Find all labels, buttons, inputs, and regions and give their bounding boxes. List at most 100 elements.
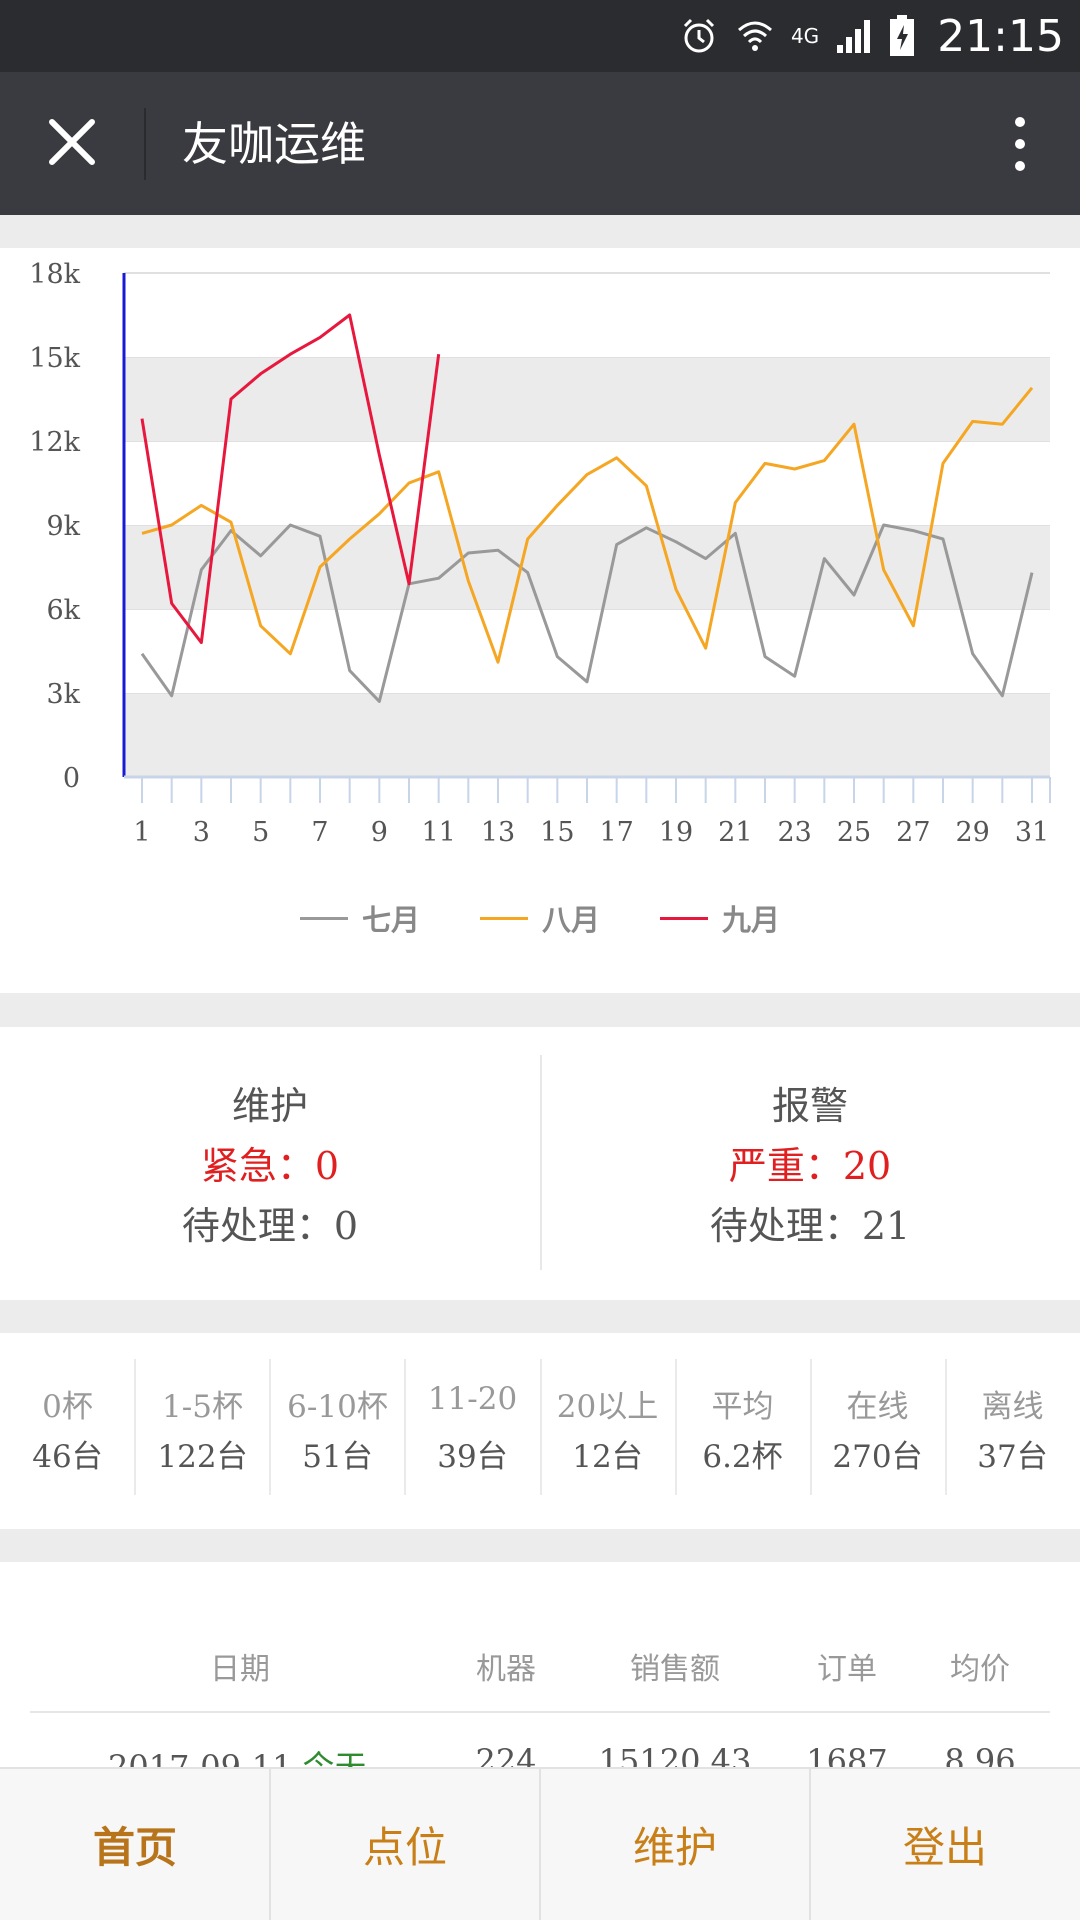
grid-band (124, 441, 1050, 525)
more-button[interactable] (990, 108, 1050, 180)
x-tick-label: 9 (371, 817, 388, 848)
table-header-date: 日期 (210, 1652, 270, 1687)
nav-logout[interactable]: 登出 (810, 1769, 1080, 1920)
x-tick-label: 23 (777, 817, 811, 848)
alarm-stat[interactable]: 报警 严重：20 待处理：21 (540, 1027, 1080, 1300)
chart-legend: 七月 八月 九月 (0, 888, 1080, 948)
sales-chart-card: 0 3k 6k 9k 12k 15k 18k 1 3 5 7 9 11 13 15 17 19 21 23 25 27 2… (0, 248, 1080, 993)
dist-item[interactable]: 20以上 12台 (540, 1359, 675, 1495)
x-tick-label: 5 (252, 817, 269, 848)
status-icons: 4G 21:15 (679, 8, 1064, 64)
x-tick-label: 7 (311, 817, 328, 848)
dist-item[interactable]: 平均 6.2杯 (675, 1359, 810, 1495)
legend-swatch (299, 916, 348, 920)
dist-value: 46台 (32, 1439, 103, 1475)
dist-label: 离线 (981, 1389, 1044, 1425)
legend-label: 七月 (361, 903, 420, 937)
alarm-pending: 待处理：21 (709, 1204, 911, 1248)
alarm-title: 报警 (771, 1084, 848, 1128)
network-type: 4G (790, 24, 820, 48)
grid-band (124, 273, 1050, 357)
dist-label: 20以上 (556, 1389, 659, 1425)
table-header-sales: 销售额 (630, 1652, 720, 1687)
nav-home[interactable]: 首页 (0, 1769, 270, 1920)
status-time: 21:15 (937, 10, 1064, 62)
legend-item[interactable]: 七月 (299, 897, 420, 939)
table-header-orders: 订单 (817, 1652, 877, 1687)
y-tick-label: 3k (46, 679, 80, 710)
alarm-severe: 严重：20 (728, 1144, 892, 1188)
dist-item[interactable]: 1-5杯 122台 (135, 1359, 270, 1495)
y-tick-label: 12k (29, 427, 80, 458)
dist-item[interactable]: 在线 270台 (810, 1359, 945, 1495)
dist-item[interactable]: 离线 37台 (945, 1359, 1080, 1495)
x-tick-label: 31 (1015, 817, 1049, 848)
dist-value: 12台 (572, 1439, 643, 1475)
grid-band (124, 357, 1050, 441)
close-button[interactable] (32, 106, 112, 182)
wifi-icon (735, 16, 775, 56)
more-dot (1015, 161, 1025, 171)
x-tick-label: 1 (133, 817, 150, 848)
title-bar: 友咖运维 (0, 72, 1080, 215)
grid-band (124, 693, 1050, 777)
table-header-avg-price: 均价 (950, 1652, 1010, 1687)
x-tick-label: 19 (659, 817, 693, 848)
x-tick-label: 17 (599, 817, 633, 848)
dist-label: 在线 (846, 1389, 909, 1425)
dist-item[interactable]: 6-10杯 51台 (270, 1359, 405, 1495)
table-divider (30, 1711, 1050, 1713)
dist-label: 11-20 (427, 1381, 518, 1417)
legend-label: 九月 (722, 903, 781, 937)
dist-value: 6.2杯 (702, 1439, 783, 1475)
section-gap (0, 1529, 1080, 1562)
alarm-icon (679, 16, 719, 56)
maintenance-urgent: 紧急：0 (200, 1144, 340, 1188)
x-tick-label: 15 (540, 817, 574, 848)
y-tick-label: 9k (46, 511, 80, 542)
maintenance-title: 维护 (231, 1084, 308, 1128)
more-dot (1015, 139, 1025, 149)
more-dot (1015, 117, 1025, 127)
title-divider (144, 108, 146, 180)
y-tick-label: 18k (29, 259, 80, 290)
dist-value: 270台 (832, 1439, 923, 1475)
x-tick-label: 11 (421, 817, 455, 848)
dist-value: 122台 (157, 1439, 248, 1475)
battery-charging-icon (889, 15, 915, 57)
legend-label: 八月 (541, 903, 600, 937)
y-tick-label: 0 (63, 763, 80, 794)
x-tick-label: 21 (718, 817, 752, 848)
dist-label: 0杯 (42, 1389, 93, 1425)
x-tick-label: 3 (193, 817, 210, 848)
legend-item[interactable]: 八月 (479, 897, 600, 939)
x-tick-label: 29 (955, 817, 989, 848)
distribution-card: 0杯 46台 1-5杯 122台 6-10杯 51台 11-20 39台 20以… (0, 1333, 1080, 1529)
maintenance-stat[interactable]: 维护 紧急：0 待处理：0 (0, 1027, 540, 1300)
x-tick-label: 27 (896, 817, 930, 848)
signal-icon (835, 17, 873, 55)
page-title: 友咖运维 (182, 117, 366, 171)
dist-item[interactable]: 0杯 46台 (0, 1359, 135, 1495)
dist-value: 37台 (977, 1439, 1048, 1475)
dist-value: 51台 (302, 1439, 373, 1475)
close-icon (48, 118, 96, 170)
dist-value: 39台 (437, 1439, 508, 1475)
dist-item[interactable]: 11-20 39台 (405, 1359, 540, 1495)
sales-line-chart: 03k6k9k12k15k18k1 3 5 7 9 11 13 15 17 19 21 23 25 27 2… (29, 259, 1051, 848)
x-tick-label: 13 (481, 817, 515, 848)
dist-label: 平均 (711, 1389, 774, 1425)
legend-item[interactable]: 九月 (660, 897, 780, 939)
dist-label: 1-5杯 (162, 1389, 243, 1425)
nav-maintenance[interactable]: 维护 (540, 1769, 810, 1920)
section-gap (0, 215, 1080, 248)
grid-band (124, 525, 1050, 609)
legend-swatch (479, 916, 528, 920)
x-tick-label: 25 (837, 817, 871, 848)
legend-swatch (660, 916, 708, 920)
section-gap (0, 993, 1080, 1027)
dist-label: 6-10杯 (287, 1389, 388, 1425)
y-tick-label: 15k (29, 343, 80, 374)
maintenance-pending: 待处理：0 (181, 1204, 359, 1248)
nav-locations[interactable]: 点位 (270, 1769, 540, 1920)
